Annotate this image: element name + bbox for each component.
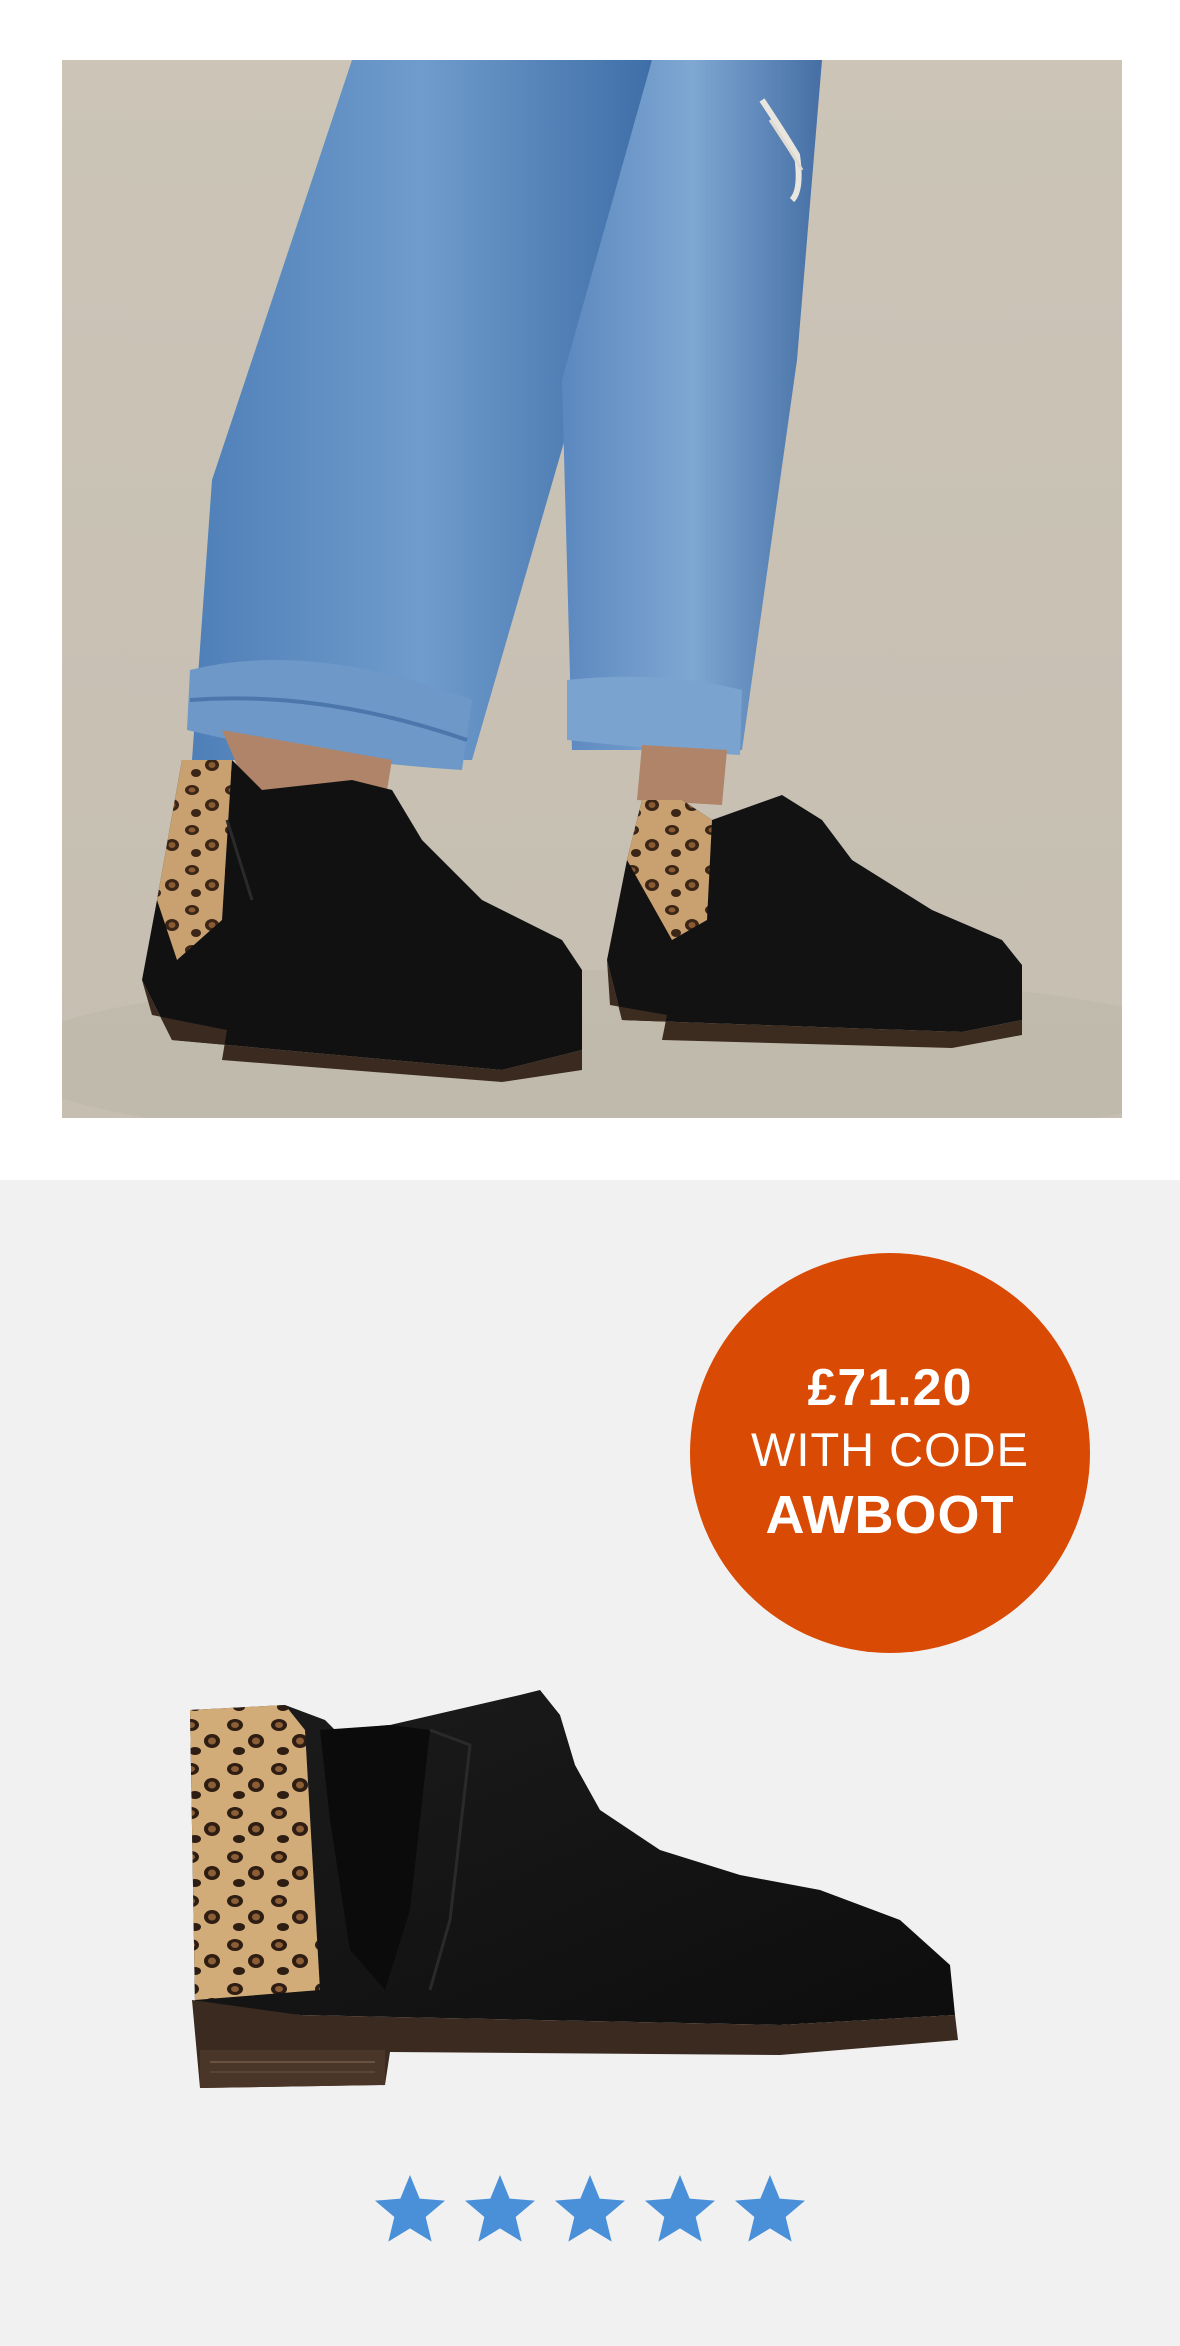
lifestyle-photo-illustration bbox=[62, 60, 1122, 1118]
star-icon bbox=[645, 2175, 715, 2242]
star-icon bbox=[735, 2175, 805, 2242]
product-panel: £71.20 WITH CODE AWBOOT bbox=[0, 1180, 1180, 2346]
badge-price: £71.20 bbox=[807, 1359, 973, 1417]
price-badge: £71.20 WITH CODE AWBOOT bbox=[690, 1253, 1090, 1653]
lifestyle-photo bbox=[62, 60, 1122, 1118]
star-icon bbox=[465, 2175, 535, 2242]
star-icon bbox=[555, 2175, 625, 2242]
star-rating bbox=[370, 2165, 810, 2255]
promo-page: £71.20 WITH CODE AWBOOT bbox=[0, 0, 1180, 2346]
star-icon bbox=[375, 2175, 445, 2242]
badge-discount-code: AWBOOT bbox=[765, 1485, 1015, 1545]
boot-illustration bbox=[190, 1690, 958, 2088]
badge-with-code-label: WITH CODE bbox=[751, 1423, 1029, 1476]
